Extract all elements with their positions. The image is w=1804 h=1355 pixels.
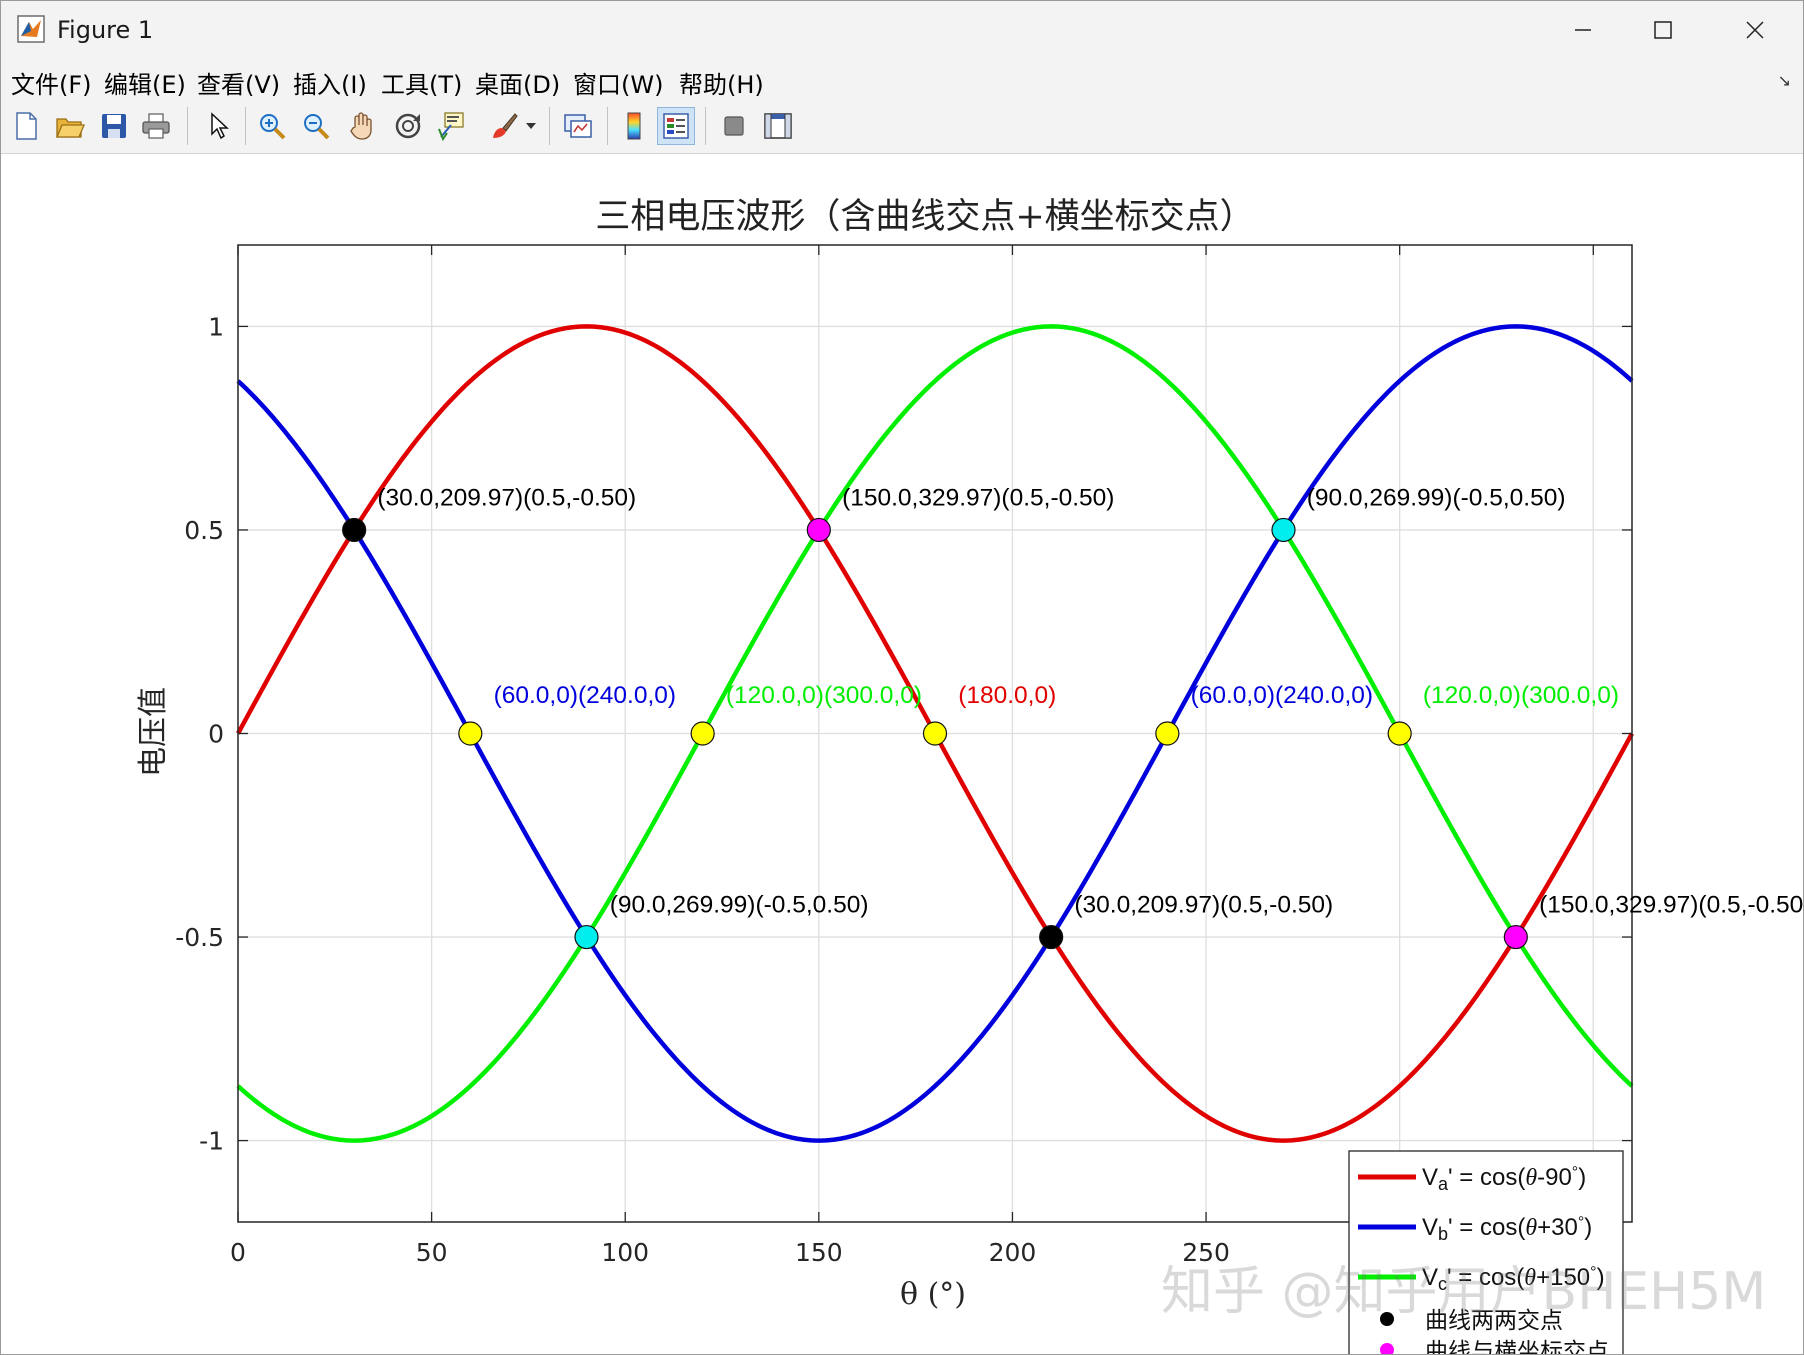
x-tick-label: 0 (230, 1238, 246, 1267)
intersection-point (342, 517, 367, 543)
annotation-label: (120.0,0)(300.0,0) (726, 682, 922, 709)
window-title: Figure 1 (57, 16, 154, 44)
chart-title: 三相电压波形（含曲线交点+横坐标交点） (595, 197, 1254, 237)
y-tick-label: -1 (199, 1127, 224, 1156)
intersection-point (1503, 924, 1528, 950)
y-axis-label: 电压值 (136, 687, 171, 777)
intersection-point (690, 721, 715, 746)
menu-help[interactable]: 帮助(H) (679, 65, 764, 100)
print-icon[interactable] (137, 107, 175, 145)
legend-label-part: ) (1578, 1164, 1586, 1191)
matlab-icon (17, 15, 45, 43)
intersection-point (806, 517, 831, 543)
figure-window: Figure 1 文件(F) 编辑(E) 查看(V) 插入(I) 工具(T) 桌… (0, 0, 1804, 1355)
zoom-out-icon[interactable] (297, 107, 335, 145)
legend-label: Vb' = cos(θ+30°) (1422, 1214, 1592, 1244)
toolbar (1, 99, 1803, 154)
dock-arrow-icon[interactable]: ↘ (1778, 71, 1791, 90)
maximize-button[interactable] (1617, 1, 1709, 59)
menu-edit[interactable]: 编辑(E) (104, 65, 186, 100)
save-icon[interactable] (95, 107, 133, 145)
minimize-button[interactable] (1537, 1, 1629, 59)
legend-label-part: θ (1525, 1165, 1537, 1191)
hide-plot-tools-icon[interactable] (715, 107, 753, 145)
show-plot-tools-icon[interactable] (759, 107, 797, 145)
intersection-point (1271, 517, 1296, 543)
annotation-label: (150.0,329.97)(0.5,-0.50) (1539, 892, 1803, 919)
legend-label-part: ) (1584, 1214, 1592, 1241)
x-tick-label: 100 (601, 1238, 649, 1267)
annotation-label: (60.0,0)(240.0,0) (1191, 682, 1374, 709)
annotation-label: (60.0,0)(240.0,0) (494, 682, 676, 709)
legend-label-part: -90 (1537, 1164, 1572, 1191)
plot-area[interactable]: 三相电压波形（含曲线交点+横坐标交点） 05010015020025030035… (1, 154, 1803, 1354)
intersection-point (1155, 721, 1180, 746)
legend-label-part: V (1422, 1164, 1438, 1191)
pan-hand-icon[interactable] (343, 107, 381, 145)
intersection-point (1387, 721, 1412, 746)
pointer-icon[interactable] (199, 107, 237, 145)
data-cursor-icon[interactable] (433, 107, 471, 145)
x-tick-label: 150 (795, 1238, 843, 1267)
link-plot-icon[interactable] (559, 107, 597, 145)
zoom-in-icon[interactable] (253, 107, 291, 145)
menu-tools[interactable]: 工具(T) (381, 65, 462, 100)
x-tick-label: 200 (989, 1238, 1037, 1267)
close-button[interactable] (1709, 1, 1801, 59)
legend-label-part: V (1422, 1214, 1438, 1241)
rotate-3d-icon[interactable] (389, 107, 427, 145)
annotation-label: (30.0,209.97)(0.5,-0.50) (1074, 892, 1333, 919)
legend-label-part: ' = cos( (1448, 1164, 1525, 1191)
colorbar-icon[interactable] (615, 107, 653, 145)
annotation-label: (180.0,0) (958, 682, 1056, 709)
annotation-label: (120.0,0)(300.0,0) (1423, 682, 1619, 709)
y-tick-label: -0.5 (175, 923, 224, 952)
annotation-label: (30.0,209.97)(0.5,-0.50) (377, 485, 636, 512)
brush-icon[interactable] (485, 107, 523, 145)
legend-icon[interactable] (657, 107, 695, 145)
annotation-label: (150.0,329.97)(0.5,-0.50) (842, 485, 1114, 512)
y-tick-label: 1 (208, 312, 224, 341)
annotation-label: (90.0,269.99)(-0.5,0.50) (610, 892, 869, 919)
intersection-point (1039, 924, 1064, 950)
legend-label: 曲线与横坐标交点 (1425, 1339, 1609, 1354)
close-icon (1746, 21, 1764, 39)
brush-menu-icon[interactable] (521, 107, 541, 145)
watermark: 知乎 @知乎用户BHEH5M (1161, 1262, 1767, 1322)
menu-window[interactable]: 窗口(W) (573, 65, 663, 100)
menu-bar: 文件(F) 编辑(E) 查看(V) 插入(I) 工具(T) 桌面(D) 窗口(W… (1, 59, 1803, 99)
menu-desktop[interactable]: 桌面(D) (475, 65, 560, 100)
x-tick-label: 50 (416, 1238, 448, 1267)
legend-label-part: b (1438, 1224, 1448, 1244)
menu-insert[interactable]: 插入(I) (293, 65, 367, 100)
open-file-icon[interactable] (51, 107, 89, 145)
menu-view[interactable]: 查看(V) (197, 65, 280, 100)
y-tick-label: 0 (208, 720, 224, 749)
x-axis-label: θ (°) (900, 1277, 966, 1312)
minimize-icon (1575, 29, 1591, 31)
title-bar: Figure 1 (1, 1, 1803, 59)
new-figure-icon[interactable] (7, 107, 45, 145)
menu-file[interactable]: 文件(F) (11, 65, 92, 100)
y-tick-label: 0.5 (184, 516, 224, 545)
intersection-point (458, 721, 483, 746)
legend-label-part: θ (1525, 1215, 1537, 1241)
annotation-label: (90.0,269.99)(-0.5,0.50) (1307, 485, 1566, 512)
legend-label-part: ' = cos( (1448, 1214, 1525, 1241)
intersection-point (922, 721, 948, 746)
legend-label-part: +30 (1537, 1214, 1578, 1241)
intersection-point (574, 924, 599, 950)
maximize-icon (1654, 21, 1672, 39)
